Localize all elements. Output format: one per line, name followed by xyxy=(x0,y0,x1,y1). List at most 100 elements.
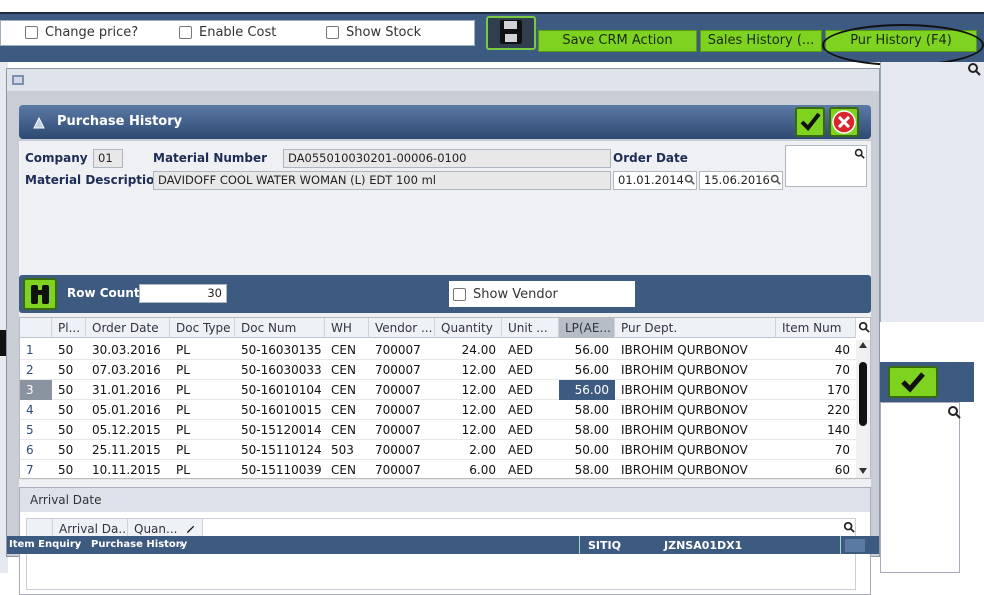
status-info: SITIQ JZNSA01DX1 xyxy=(579,536,841,554)
enable-cost-checkbox[interactable] xyxy=(179,26,192,39)
cell-unit: AED xyxy=(508,423,534,437)
search-icon[interactable] xyxy=(684,174,695,185)
column-header[interactable]: Order Date xyxy=(86,318,170,338)
cell-lp: 58.00 xyxy=(574,463,609,477)
show-vendor-checkbox[interactable] xyxy=(453,287,466,301)
cell-wh: CEN xyxy=(331,403,356,417)
breadcrumb-item-enquiry[interactable]: Item Enquiry xyxy=(9,539,81,550)
cell-qty: 12.00 xyxy=(461,363,496,377)
cell-pl: 50 xyxy=(58,423,74,437)
cell-type: PL xyxy=(176,443,190,457)
cell-vendor: 700007 xyxy=(375,363,421,377)
cell-wh: 503 xyxy=(331,443,354,457)
purchase-history-grid: Pl... Order Date Doc Type Doc Num WH Ven… xyxy=(19,317,871,480)
cell-wh: CEN xyxy=(331,363,356,377)
sales-history-button[interactable]: Sales History (... xyxy=(700,30,822,52)
confirm-button[interactable] xyxy=(888,366,938,398)
material-description-field[interactable]: DAVIDOFF COOL WATER WOMAN (L) EDT 100 ml xyxy=(153,171,611,190)
column-header[interactable]: Doc Type xyxy=(170,318,235,338)
cell-dept: IBROHIM QURBONOV xyxy=(621,383,748,397)
date-to-field[interactable]: 15.06.2016 xyxy=(699,171,783,190)
table-row[interactable]: 7 50 10.11.2015 PL 50-15110039 CEN 700007 6.00 A… xyxy=(20,460,856,480)
column-header[interactable]: Item Num xyxy=(776,318,856,338)
search-icon[interactable] xyxy=(843,521,855,533)
background-right-panel xyxy=(880,62,984,322)
status-user: SITIQ xyxy=(588,539,621,552)
cell-unit: AED xyxy=(508,403,534,417)
column-header[interactable]: Quantity xyxy=(435,318,502,338)
checkmark-icon xyxy=(800,112,821,132)
show-vendor-option[interactable]: Show Vendor xyxy=(449,281,635,307)
column-header[interactable]: Vendor ... xyxy=(369,318,435,338)
table-row[interactable]: 2 50 07.03.2016 PL 50-16030033 CEN 700007 12.00… xyxy=(20,360,856,380)
cell-doc: 50-16010104 xyxy=(241,383,322,397)
table-row[interactable]: 5 50 05.12.2015 PL 50-15120014 CEN 700007 12.00… xyxy=(20,420,856,440)
search-toolbar: Row Count 30 Show Vendor xyxy=(19,275,871,313)
pencil-icon xyxy=(186,525,195,534)
cell-pl: 50 xyxy=(58,343,74,357)
cell-dept: IBROHIM QURBONOV xyxy=(621,463,748,477)
cell-dept: IBROHIM QURBONOV xyxy=(621,343,748,357)
change-price-option[interactable]: Change price? xyxy=(25,25,138,40)
company-field[interactable]: 01 xyxy=(93,149,123,168)
search-button[interactable] xyxy=(23,278,57,310)
cell-pl: 50 xyxy=(58,443,74,457)
column-header[interactable]: Pl... xyxy=(52,318,86,338)
table-row[interactable]: 6 50 25.11.2015 PL 50-15110124 503 700007 2.00 A… xyxy=(20,440,856,460)
dialog-body: Company 01 Material Number DA05501003020… xyxy=(19,141,871,595)
scroll-up-arrow-icon[interactable] xyxy=(859,342,867,348)
cell-pl: 50 xyxy=(58,463,74,477)
column-header[interactable]: LP(AE... xyxy=(559,318,615,338)
cell-doc: 50-16030135 xyxy=(241,343,322,357)
column-header[interactable]: Doc Num xyxy=(235,318,325,338)
show-stock-checkbox[interactable] xyxy=(326,26,339,39)
cell-dept: IBROHIM QURBONOV xyxy=(621,403,748,417)
save-crm-action-button[interactable]: Save CRM Action xyxy=(538,30,697,52)
breadcrumb-purchase-history[interactable]: Purchase History xyxy=(91,539,187,550)
search-icon[interactable] xyxy=(947,405,961,419)
cell-unit: AED xyxy=(508,383,534,397)
cell-doc: 50-15120014 xyxy=(241,423,322,437)
search-icon[interactable] xyxy=(858,321,870,333)
cell-item: 70 xyxy=(834,443,850,457)
search-icon[interactable] xyxy=(967,62,981,76)
row-number-header xyxy=(20,318,52,338)
ok-button[interactable] xyxy=(795,107,825,137)
table-row[interactable]: 3 50 31.01.2016 PL 50-16010104 CEN 700007 12.00… xyxy=(20,380,856,400)
row-count-field[interactable]: 30 xyxy=(139,284,227,303)
dialog-titlebar[interactable] xyxy=(7,69,879,91)
search-icon[interactable] xyxy=(770,174,781,185)
column-header[interactable]: Unit ... xyxy=(502,318,559,338)
enable-cost-label: Enable Cost xyxy=(199,25,277,40)
change-price-checkbox[interactable] xyxy=(25,26,38,39)
scrollbar-thumb[interactable] xyxy=(859,362,867,426)
cell-item: 170 xyxy=(827,383,850,397)
column-header[interactable]: WH xyxy=(325,318,369,338)
table-row[interactable]: 1 50 30.03.2016 PL 50-16030135 CEN 700007 24.00… xyxy=(20,340,856,360)
show-vendor-label: Show Vendor xyxy=(473,286,558,302)
cell-date: 10.11.2015 xyxy=(92,463,161,477)
enable-cost-option[interactable]: Enable Cost xyxy=(179,25,276,40)
cancel-button[interactable] xyxy=(829,107,859,137)
column-header[interactable]: Pur Dept. xyxy=(615,318,776,338)
scroll-down-arrow-icon[interactable] xyxy=(859,468,867,474)
cell-unit: AED xyxy=(508,363,534,377)
cell-doc: 50-15110039 xyxy=(241,463,322,477)
cell-vendor: 700007 xyxy=(375,383,421,397)
cell-vendor: 700007 xyxy=(375,403,421,417)
search-icon[interactable] xyxy=(854,148,865,159)
cell-item: 60 xyxy=(834,463,850,477)
vertical-scrollbar[interactable] xyxy=(856,340,870,478)
floppy-disk-icon xyxy=(500,20,522,44)
table-row[interactable]: 4 50 05.01.2016 PL 50-16010015 CEN 700007 12.00… xyxy=(20,400,856,420)
cell-vendor: 700007 xyxy=(375,443,421,457)
extra-filter-box[interactable] xyxy=(785,145,867,187)
show-stock-option[interactable]: Show Stock xyxy=(326,25,421,40)
cell-wh: CEN xyxy=(331,463,356,477)
material-number-field[interactable]: DA055010030201-00006-0100 xyxy=(283,149,611,168)
company-label: Company xyxy=(25,151,88,165)
save-button[interactable] xyxy=(486,16,536,50)
show-stock-label: Show Stock xyxy=(346,25,422,40)
date-from-field[interactable]: 01.01.2014 xyxy=(613,171,697,190)
material-description-label: Material Description xyxy=(25,173,163,187)
